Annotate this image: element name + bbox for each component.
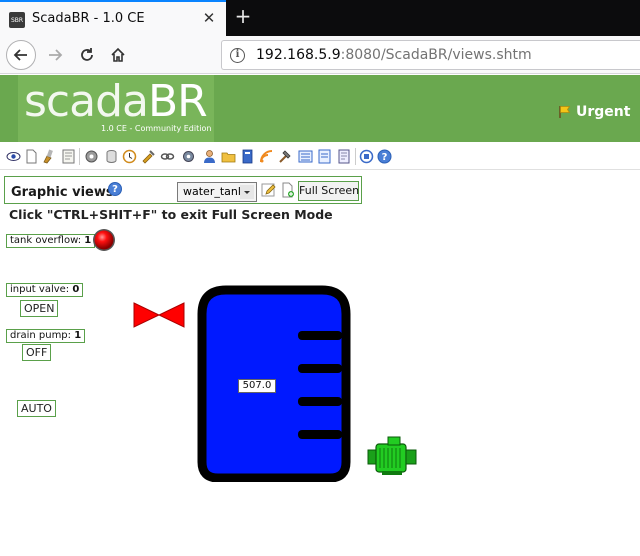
exit-fullscreen-message: Click "CTRL+SHIT+F" to exit Full Screen … (9, 207, 333, 222)
new-view-icon[interactable] (280, 182, 296, 198)
tank-level-value: 507.0 (238, 379, 276, 393)
view-select-value: water_tank (183, 185, 245, 198)
graphic-views-title: Graphic views (11, 185, 114, 200)
url-host: 192.168.5.9 (256, 47, 341, 63)
page-icon[interactable] (24, 149, 39, 164)
watchlist-icon[interactable] (6, 149, 21, 164)
browser-tab[interactable]: SBR ScadaBR - 1.0 CE ✕ (0, 0, 226, 36)
full-screen-button[interactable]: Full Screen (298, 181, 359, 201)
browser-nav-bar: i 192.168.5.9:8080/ScadaBR/views.shtm (0, 36, 640, 74)
main-toolbar: ? (0, 143, 640, 170)
input-valve-point: input valve: 0 (6, 283, 84, 297)
brush-icon[interactable] (41, 149, 56, 164)
settings-gear-icon[interactable] (181, 149, 196, 164)
help-icon[interactable]: ? (377, 149, 392, 164)
input-valve-label: input valve: (10, 284, 70, 295)
drain-pump-value: 1 (74, 330, 82, 341)
drain-pump-point: drain pump: 1 (6, 329, 86, 343)
doc-icon[interactable] (317, 149, 332, 164)
tab-title: ScadaBR - 1.0 CE (32, 11, 145, 26)
book-icon[interactable] (240, 149, 255, 164)
url-path: :8080/ScadaBR/views.shtm (340, 47, 532, 63)
forward-button[interactable] (40, 40, 70, 70)
input-valve-value: 0 (72, 284, 80, 295)
list-icon[interactable] (298, 149, 313, 164)
pump-off-button[interactable]: OFF (22, 344, 52, 361)
tools-icon[interactable] (141, 149, 156, 164)
gear-icon[interactable] (84, 149, 99, 164)
graphic-views-panel: Graphic views ? water_tank Full Screen (4, 176, 362, 204)
new-tab-icon[interactable]: + (232, 5, 254, 27)
help-icon[interactable]: ? (108, 182, 122, 196)
svg-text:?: ? (382, 152, 388, 163)
home-button[interactable] (103, 40, 133, 70)
close-tab-icon[interactable]: ✕ (200, 9, 218, 27)
valve-icon (133, 302, 185, 328)
tank-overflow-point: tank overflow: 1 (6, 234, 96, 248)
arrow-left-icon (13, 49, 27, 61)
auto-mode-button[interactable]: AUTO (17, 400, 56, 417)
hammer-icon[interactable] (277, 149, 292, 164)
folder-icon[interactable] (221, 149, 236, 164)
open-valve-button[interactable]: OPEN (20, 300, 59, 317)
view-select[interactable]: water_tank (177, 182, 257, 202)
water-tank-icon (197, 285, 351, 482)
drain-pump-label: drain pump: (10, 330, 72, 341)
logo-subtitle: 1.0 CE - Community Edition (101, 124, 212, 133)
pump-motor-icon (367, 436, 417, 475)
reload-button[interactable] (72, 40, 102, 70)
reload-icon (81, 48, 93, 61)
report-icon[interactable] (61, 149, 76, 164)
logo-text-br: BR (147, 76, 208, 127)
logo-text-scada: scada (24, 76, 149, 127)
overflow-alarm-led-icon (93, 229, 115, 251)
url-text: 192.168.5.9:8080/ScadaBR/views.shtm (256, 47, 532, 63)
urgent-label: Urgent (576, 104, 631, 120)
logo-text: scadaBR (24, 76, 208, 127)
flag-icon (559, 106, 571, 118)
scroll-icon[interactable] (336, 149, 351, 164)
edit-view-icon[interactable] (261, 182, 277, 198)
scadabr-favicon-icon: SBR (9, 12, 25, 28)
home-icon (111, 47, 125, 62)
link-icon[interactable] (160, 149, 175, 164)
rss-icon[interactable] (259, 149, 274, 164)
clock-icon[interactable] (122, 149, 137, 164)
urgent-alarm-link[interactable]: Urgent (558, 103, 630, 121)
chevron-down-icon (240, 185, 254, 199)
tank-overflow-label: tank overflow: (10, 235, 82, 246)
stop-icon[interactable] (359, 149, 374, 164)
back-button[interactable] (6, 40, 36, 70)
toolbar-separator (355, 148, 356, 165)
toolbar-separator (79, 148, 80, 165)
tank-overflow-value: 1 (84, 235, 92, 246)
datasource-icon[interactable] (104, 149, 119, 164)
url-bar[interactable]: i 192.168.5.9:8080/ScadaBR/views.shtm (221, 40, 640, 70)
arrow-right-icon (49, 49, 63, 61)
browser-tab-strip: SBR ScadaBR - 1.0 CE ✕ + (0, 0, 640, 36)
user-icon[interactable] (202, 149, 217, 164)
info-icon[interactable]: i (230, 48, 245, 63)
